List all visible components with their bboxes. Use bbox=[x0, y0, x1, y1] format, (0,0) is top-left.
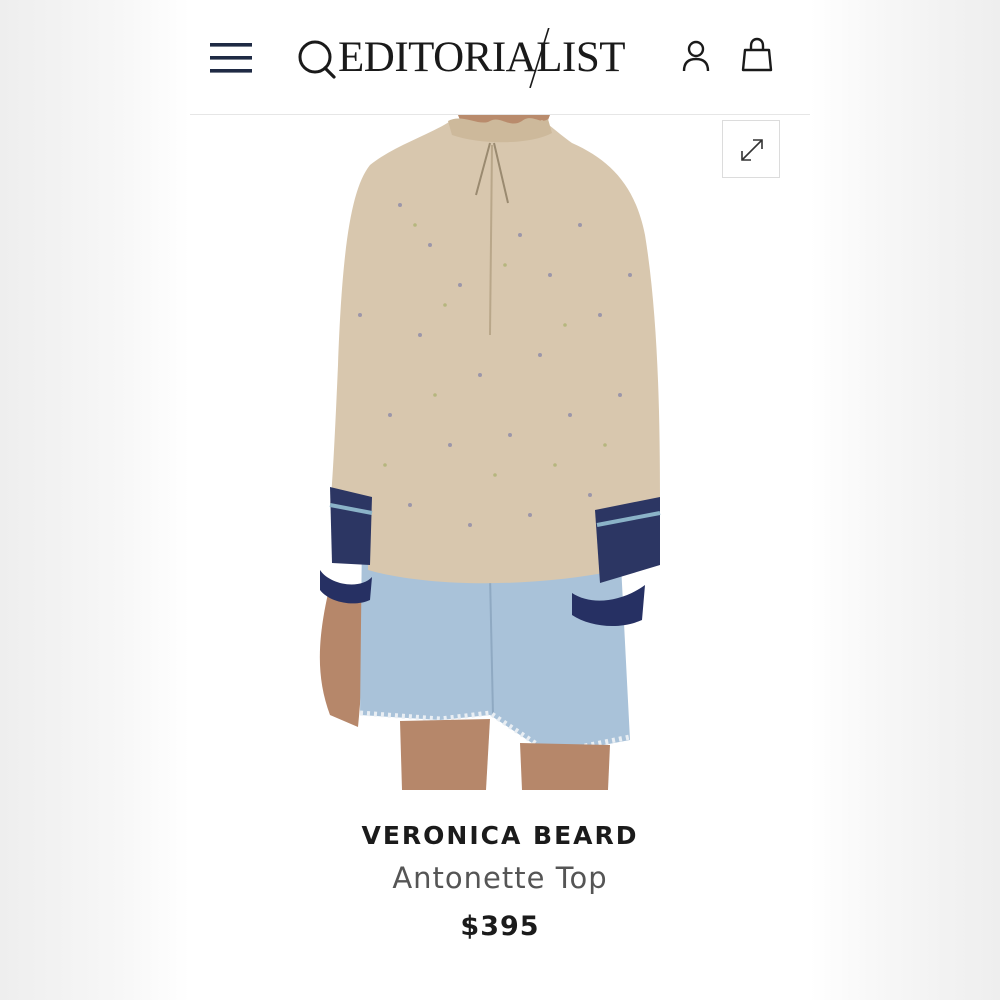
expand-image-button[interactable] bbox=[722, 120, 780, 178]
hamburger-menu-icon[interactable] bbox=[208, 40, 254, 76]
product-info: VERONICA BEARD Antonette Top $395 bbox=[190, 820, 810, 944]
account-icon[interactable] bbox=[680, 38, 712, 74]
product-name[interactable]: Antonette Top bbox=[190, 860, 810, 896]
site-header: EDITORIALIST bbox=[190, 0, 810, 115]
product-price: $395 bbox=[460, 911, 540, 942]
page-background: EDITORIALIST VERONICA BEARD Antonette To… bbox=[0, 0, 1000, 1000]
product-brand[interactable]: VERONICA BEARD bbox=[190, 820, 810, 852]
site-logo[interactable]: EDITORIALIST bbox=[296, 28, 664, 88]
product-image[interactable] bbox=[190, 115, 810, 790]
model-photo bbox=[319, 115, 661, 790]
shopping-bag-icon[interactable] bbox=[740, 36, 774, 74]
logo-wordmark: EDITORIALIST bbox=[338, 34, 626, 81]
mobile-screen: EDITORIALIST VERONICA BEARD Antonette To… bbox=[190, 0, 810, 1000]
expand-icon bbox=[741, 139, 763, 161]
